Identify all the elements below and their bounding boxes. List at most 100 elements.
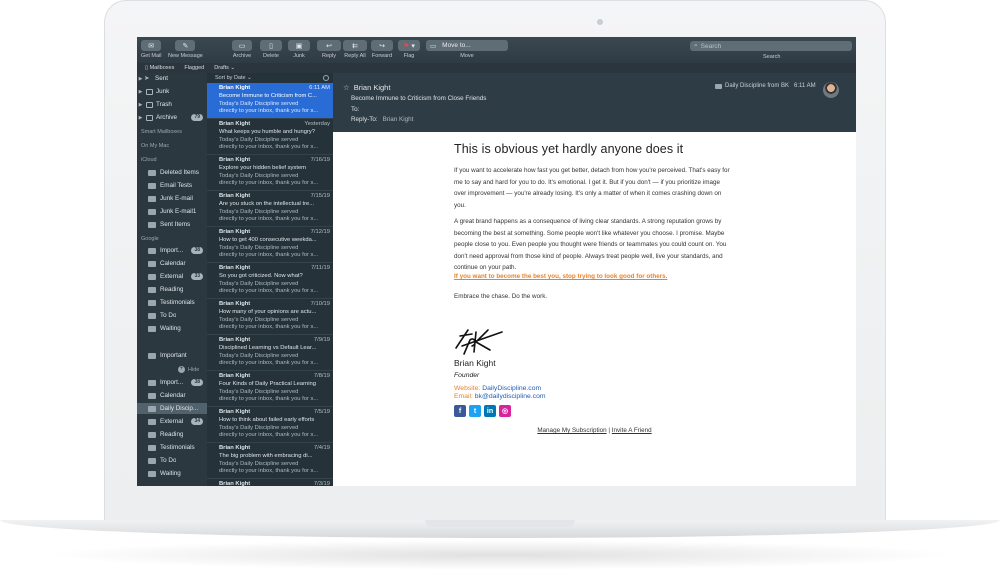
junk-bin-icon: ▣: [288, 40, 310, 51]
sidebar-item-to-do[interactable]: To Do: [137, 310, 207, 321]
sidebar-item-important-sub[interactable]: Import... 38: [137, 377, 207, 388]
flag-button[interactable]: ⚑ ▾ Flag: [398, 40, 420, 59]
message-body: This is obvious yet hardly anyone does i…: [333, 132, 856, 486]
sidebar-item-external-sub[interactable]: External 34: [137, 416, 207, 427]
search-input[interactable]: ⌕ Search: [690, 41, 852, 51]
handwritten-signature: [455, 329, 503, 355]
sidebar-item-archive[interactable]: ▶ Archive 79: [137, 112, 207, 123]
sidebar-item-waiting[interactable]: Waiting: [137, 323, 207, 334]
message-subject: Four Kinds of Daily Practical Learning: [219, 380, 316, 387]
new-message-button[interactable]: ✎ New Message: [168, 40, 203, 59]
unread-badge: 33: [191, 273, 203, 280]
disclosure-arrow-icon[interactable]: ▶: [137, 115, 144, 121]
message-preview: Today's Daily Discipline served: [219, 388, 299, 395]
sidebar-item-important[interactable]: Important: [137, 350, 207, 361]
message-row[interactable]: Brian Kight 7/4/19 The big problem with em…: [207, 443, 333, 479]
sidebar-item-calendar[interactable]: Calendar: [137, 258, 207, 269]
hide-button[interactable]: + Hide: [178, 366, 199, 373]
message-row[interactable]: Brian Kight 7/12/19 How to get 400 consecu…: [207, 227, 333, 263]
message-row[interactable]: Brian Kight 7/15/19 Are you stuck on the i…: [207, 191, 333, 227]
facebook-icon[interactable]: f: [454, 405, 466, 417]
message-row[interactable]: Brian Kight 7/3/19: [207, 479, 333, 486]
section-icloud[interactable]: iCloud: [141, 157, 157, 163]
sidebar-item-junk-email[interactable]: Junk E-mail: [137, 193, 207, 204]
section-smart-mailboxes[interactable]: Smart Mailboxes: [141, 129, 182, 135]
message-row[interactable]: Brian Kight 7/16/19 Explore your hidden be…: [207, 155, 333, 191]
section-google[interactable]: Google: [141, 236, 159, 242]
highlight-link[interactable]: If you want to become the best you, stop…: [454, 273, 667, 280]
sidebar-item-testimonials-sub[interactable]: Testimonials: [137, 442, 207, 453]
sidebar-item-email-tests[interactable]: Email Tests: [137, 180, 207, 191]
message-subject: Disciplined Learning vs Default Lear...: [219, 344, 317, 351]
message-preview: directly to your inbox, thank you for s.…: [219, 216, 319, 223]
archive-button[interactable]: ▭ Archive: [232, 40, 252, 59]
sidebar-item-trash[interactable]: ▶ Trash: [137, 99, 207, 110]
reply-button[interactable]: ↩ Reply: [317, 40, 341, 59]
sidebar-item-calendar-sub[interactable]: Calendar: [137, 390, 207, 401]
sidebar-item-important-folder[interactable]: Import... 38: [137, 245, 207, 256]
sort-by-date-button[interactable]: Sort by Date ⌄: [215, 75, 252, 81]
folder-icon: [148, 392, 156, 399]
sidebar-item-daily-discipline[interactable]: Daily Discip...: [137, 403, 207, 414]
drafts-button[interactable]: Drafts ⌄: [214, 65, 235, 71]
message-preview: directly to your inbox, thank you for s.…: [219, 360, 319, 367]
mailboxes-button[interactable]: ▯ Mailboxes: [145, 65, 174, 71]
sidebar-item-junk-email1[interactable]: Junk E-mail1: [137, 206, 207, 217]
sidebar-item-sent[interactable]: ▶ ➤ Sent: [137, 73, 207, 84]
email-label: Email:: [454, 393, 473, 400]
reply-to-label: Reply-To:: [351, 116, 378, 123]
message-row[interactable]: Brian Kight 7/11/19 So you got criticized.…: [207, 263, 333, 299]
email-link[interactable]: bk@dailydiscipline.com: [475, 393, 546, 400]
disclosure-arrow-icon[interactable]: ▶: [137, 102, 144, 108]
sidebar-item-waiting-sub[interactable]: Waiting: [137, 468, 207, 479]
sidebar-item-testimonials[interactable]: Testimonials: [137, 297, 207, 308]
message-row[interactable]: Brian Kight 6:11 AM Become Immune to Criti…: [207, 83, 333, 119]
folder-icon: [148, 457, 156, 464]
message-row[interactable]: Brian Kight 7/5/19 How to think about fail…: [207, 407, 333, 443]
instagram-icon[interactable]: ◎: [499, 405, 511, 417]
message-sender: Brian Kight: [219, 121, 251, 127]
linkedin-icon[interactable]: in: [484, 405, 496, 417]
section-on-my-mac[interactable]: On My Mac: [141, 143, 169, 149]
move-to-button[interactable]: ▭ Move to... Move: [426, 40, 508, 59]
delete-button[interactable]: ▯ Delete: [260, 40, 282, 59]
sidebar-item-deleted-items[interactable]: Deleted Items: [137, 167, 207, 178]
reply-to-value[interactable]: Brian Kight: [383, 116, 414, 123]
star-icon[interactable]: ☆: [343, 83, 350, 92]
message-preview: Today's Daily Discipline served: [219, 100, 299, 107]
message-row-header: Brian Kight Yesterday: [219, 121, 330, 129]
twitter-icon[interactable]: t: [469, 405, 481, 417]
message-sender: Brian Kight: [219, 157, 251, 163]
message-row[interactable]: Brian Kight Yesterday What keeps you humbl…: [207, 119, 333, 155]
message-date: 7/5/19: [313, 409, 330, 415]
message-row[interactable]: Brian Kight 7/8/19 Four Kinds of Daily Pra…: [207, 371, 333, 407]
website-link[interactable]: DailyDiscipline.com: [482, 385, 541, 392]
invite-friend-link[interactable]: Invite A Friend: [612, 427, 652, 434]
disclosure-arrow-icon[interactable]: ▶: [137, 76, 144, 82]
folder-icon: [148, 273, 156, 280]
website-label: Website:: [454, 385, 481, 392]
flagged-button[interactable]: Flagged: [184, 65, 204, 71]
sidebar-item-reading[interactable]: Reading: [137, 284, 207, 295]
sidebar-item-to-do-sub[interactable]: To Do: [137, 455, 207, 466]
sender-name[interactable]: Brian Kight: [354, 83, 391, 92]
folder-icon: [148, 299, 156, 306]
message-date: 7/12/19: [310, 229, 330, 235]
manage-subscription-link[interactable]: Manage My Subscription: [537, 427, 606, 434]
sidebar-item-reading-sub[interactable]: Reading: [137, 429, 207, 440]
message-preview: Today's Daily Discipline served: [219, 244, 299, 251]
message-preview: directly to your inbox, thank you for s.…: [219, 144, 319, 151]
get-mail-button[interactable]: ✉ Get Mail: [141, 40, 161, 59]
sidebar-item-junk[interactable]: ▶ Junk: [137, 86, 207, 97]
junk-button[interactable]: ▣ Junk: [288, 40, 310, 59]
message-row[interactable]: Brian Kight 7/9/19 Disciplined Learning vs…: [207, 335, 333, 371]
message-row[interactable]: Brian Kight 7/10/19 How many of your opini…: [207, 299, 333, 335]
signature-website: Website: DailyDiscipline.com: [454, 385, 541, 392]
forward-button[interactable]: ↪ Forward: [371, 40, 393, 59]
filter-icon[interactable]: [323, 75, 329, 81]
disclosure-arrow-icon[interactable]: ▶: [137, 89, 144, 95]
sidebar-item-sent-items[interactable]: Sent Items: [137, 219, 207, 230]
search-label: Search: [763, 54, 781, 60]
sidebar-item-external[interactable]: External 33: [137, 271, 207, 282]
reply-all-button[interactable]: ⇇ Reply All: [343, 40, 367, 59]
